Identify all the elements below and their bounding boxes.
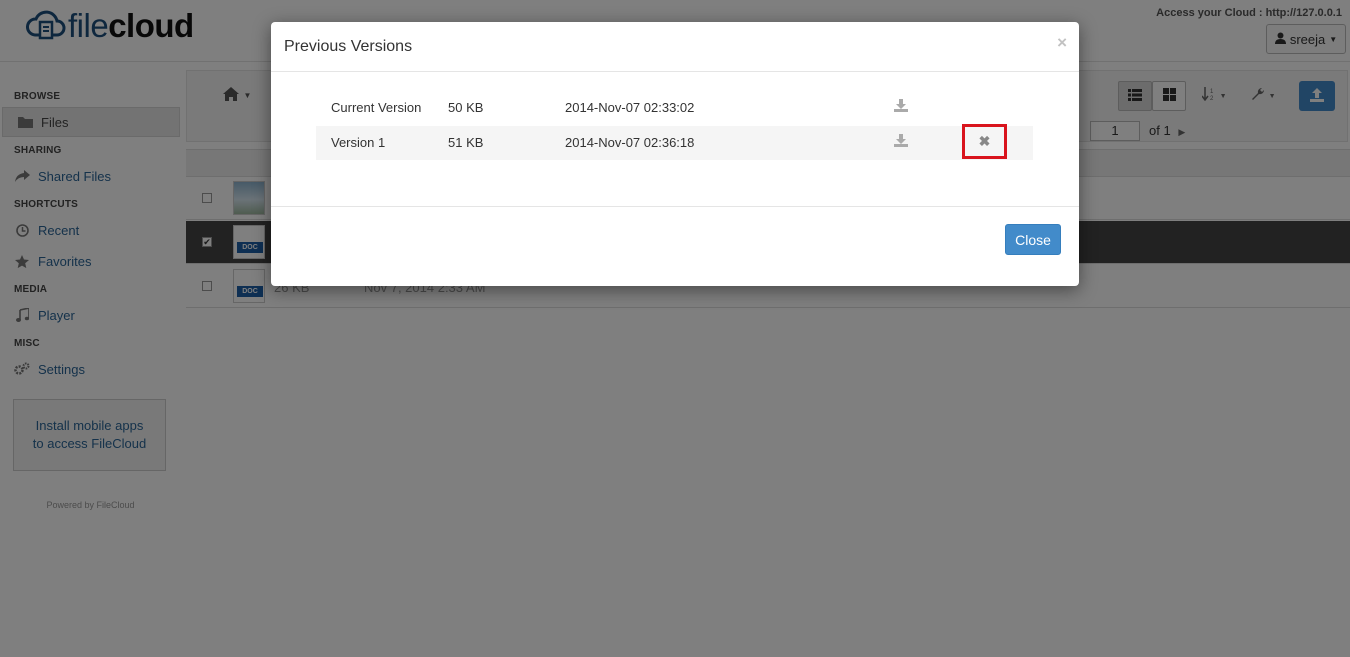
version-date: 2014-Nov-07 02:36:18 bbox=[565, 135, 695, 150]
download-icon[interactable] bbox=[894, 134, 910, 150]
download-icon[interactable] bbox=[894, 99, 910, 115]
dialog-header: Previous Versions × bbox=[271, 22, 1079, 72]
delete-highlight-box: ✖ bbox=[962, 124, 1007, 159]
version-date: 2014-Nov-07 02:33:02 bbox=[565, 100, 695, 115]
delete-version-icon[interactable]: ✖ bbox=[965, 127, 1004, 156]
close-button[interactable]: Close bbox=[1005, 224, 1061, 255]
version-size: 51 KB bbox=[448, 135, 484, 150]
close-icon[interactable]: × bbox=[1057, 34, 1067, 51]
previous-versions-dialog: Previous Versions × Current Version 50 K… bbox=[271, 22, 1079, 286]
dialog-title: Previous Versions bbox=[284, 38, 413, 55]
version-size: 50 KB bbox=[448, 100, 484, 115]
dialog-footer: Close bbox=[271, 206, 1079, 286]
version-name: Current Version bbox=[331, 100, 422, 115]
version-name: Version 1 bbox=[331, 135, 386, 150]
version-row-current: Current Version 50 KB 2014-Nov-07 02:33:… bbox=[316, 91, 1033, 125]
version-row-1: Version 1 51 KB 2014-Nov-07 02:36:18 ✖ bbox=[316, 124, 1033, 160]
